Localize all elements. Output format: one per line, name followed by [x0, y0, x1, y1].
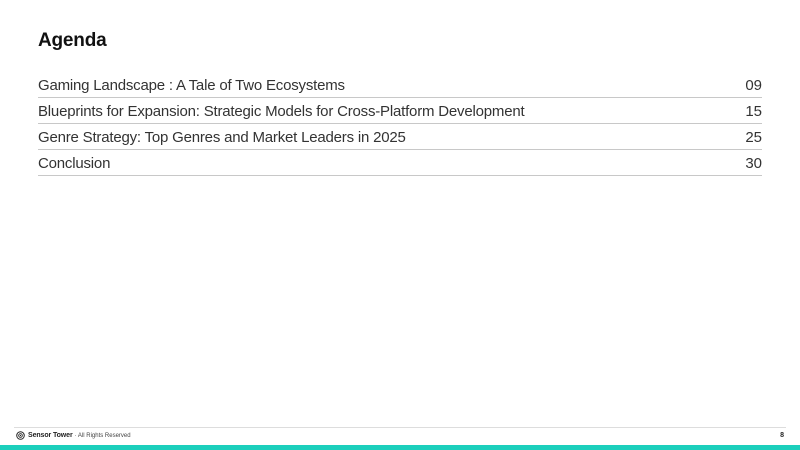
- brand-name: Sensor Tower: [28, 432, 73, 439]
- agenda-item[interactable]: Blueprints for Expansion: Strategic Mode…: [38, 98, 762, 124]
- agenda-item-label: Genre Strategy: Top Genres and Market Le…: [38, 129, 406, 146]
- agenda-item-page: 30: [745, 155, 762, 172]
- agenda-item-page: 09: [745, 77, 762, 94]
- agenda-item-label: Blueprints for Expansion: Strategic Mode…: [38, 103, 525, 120]
- page-title: Agenda: [38, 30, 107, 51]
- page-number: 8: [780, 432, 784, 439]
- rights-text: · All Rights Reserved: [74, 432, 131, 439]
- agenda-item[interactable]: Genre Strategy: Top Genres and Market Le…: [38, 124, 762, 150]
- agenda-item[interactable]: Conclusion 30: [38, 150, 762, 176]
- footer-divider: [14, 427, 786, 428]
- agenda-item[interactable]: Gaming Landscape : A Tale of Two Ecosyst…: [38, 72, 762, 98]
- footer: Sensor Tower · All Rights Reserved: [16, 431, 131, 440]
- sensor-tower-logo-icon: [16, 431, 25, 440]
- agenda-item-label: Conclusion: [38, 155, 111, 172]
- agenda-list: Gaming Landscape : A Tale of Two Ecosyst…: [38, 72, 762, 176]
- accent-bar: [0, 445, 800, 450]
- agenda-item-page: 25: [745, 129, 762, 146]
- agenda-item-label: Gaming Landscape : A Tale of Two Ecosyst…: [38, 77, 345, 94]
- agenda-item-page: 15: [745, 103, 762, 120]
